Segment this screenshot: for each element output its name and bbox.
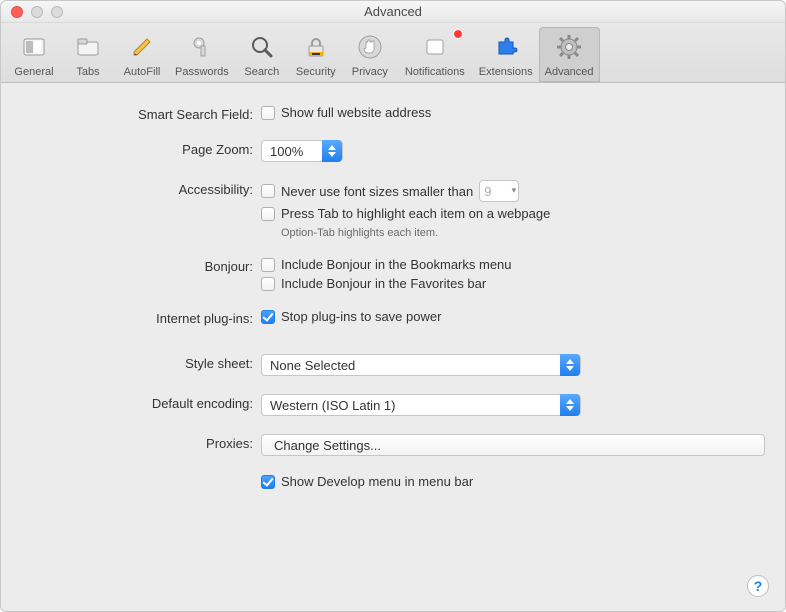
show-develop-row[interactable]: Show Develop menu in menu bar (261, 474, 765, 489)
toolbar-tabs[interactable]: Tabs (61, 27, 115, 82)
puzzle-icon (490, 31, 522, 63)
chevron-updown-icon (560, 394, 580, 416)
bonjour-favorites-label: Include Bonjour in the Favorites bar (281, 276, 486, 291)
preferences-window: Advanced General Tabs AutoFill Passwo (0, 0, 786, 612)
change-settings-button[interactable]: Change Settings... (261, 434, 765, 456)
search-icon (246, 31, 278, 63)
help-label: ? (754, 578, 763, 594)
label-proxies: Proxies: (21, 434, 261, 451)
toolbar-label: Tabs (76, 66, 99, 78)
toolbar-label: Privacy (352, 66, 388, 78)
style-sheet-select[interactable]: None Selected (261, 354, 581, 376)
label-internet-plugins: Internet plug-ins: (21, 309, 261, 326)
toolbar-passwords[interactable]: Passwords (169, 27, 235, 82)
chevron-updown-icon (322, 140, 342, 162)
press-tab-label: Press Tab to highlight each item on a we… (281, 206, 550, 221)
page-zoom-value: 100% (270, 144, 303, 159)
toolbar-privacy[interactable]: Privacy (343, 27, 397, 82)
prefs-toolbar: General Tabs AutoFill Passwords Search (1, 23, 785, 83)
bonjour-favorites-row[interactable]: Include Bonjour in the Favorites bar (261, 276, 765, 291)
content-pane: Smart Search Field: Show full website ad… (1, 83, 785, 611)
titlebar: Advanced (1, 1, 785, 23)
toolbar-extensions[interactable]: Extensions (473, 27, 539, 82)
toolbar-label: Passwords (175, 66, 229, 78)
pencil-icon (126, 31, 158, 63)
default-encoding-value: Western (ISO Latin 1) (270, 398, 395, 413)
press-tab-row[interactable]: Press Tab to highlight each item on a we… (261, 206, 765, 221)
never-font-smaller-checkbox[interactable] (261, 184, 275, 198)
toolbar-label: Notifications (405, 66, 465, 78)
bonjour-bookmarks-row[interactable]: Include Bonjour in the Bookmarks menu (261, 257, 765, 272)
window-title: Advanced (1, 4, 785, 19)
chevron-updown-icon (560, 354, 580, 376)
toolbar-label: Advanced (545, 66, 594, 78)
notification-badge (453, 29, 463, 39)
style-sheet-value: None Selected (270, 358, 355, 373)
default-encoding-select[interactable]: Western (ISO Latin 1) (261, 394, 581, 416)
min-font-size-value: 9 (484, 184, 491, 199)
tabs-icon (72, 31, 104, 63)
press-tab-checkbox[interactable] (261, 207, 275, 221)
page-zoom-select[interactable]: 100% (261, 140, 343, 162)
help-button[interactable]: ? (747, 575, 769, 597)
gear-icon (553, 31, 585, 63)
hand-icon (354, 31, 386, 63)
stop-plugins-label: Stop plug-ins to save power (281, 309, 441, 324)
label-page-zoom: Page Zoom: (21, 140, 261, 157)
show-develop-label: Show Develop menu in menu bar (281, 474, 473, 489)
label-accessibility: Accessibility: (21, 180, 261, 197)
bonjour-bookmarks-label: Include Bonjour in the Bookmarks menu (281, 257, 512, 272)
key-icon (186, 31, 218, 63)
show-full-address-label: Show full website address (281, 105, 431, 120)
toolbar-autofill[interactable]: AutoFill (115, 27, 169, 82)
toolbar-search[interactable]: Search (235, 27, 289, 82)
show-develop-checkbox[interactable] (261, 475, 275, 489)
toolbar-security[interactable]: Security (289, 27, 343, 82)
stop-plugins-row[interactable]: Stop plug-ins to save power (261, 309, 765, 324)
label-default-encoding: Default encoding: (21, 394, 261, 411)
label-smart-search: Smart Search Field: (21, 105, 261, 122)
toolbar-label: Extensions (479, 66, 533, 78)
change-settings-label: Change Settings... (274, 438, 381, 453)
switch-icon (18, 31, 50, 63)
show-full-address-checkbox[interactable] (261, 106, 275, 120)
bonjour-bookmarks-checkbox[interactable] (261, 258, 275, 272)
never-font-smaller-label: Never use font sizes smaller than (281, 184, 473, 199)
toolbar-label: Security (296, 66, 336, 78)
toolbar-label: Search (244, 66, 279, 78)
toolbar-notifications[interactable]: Notifications (397, 27, 473, 82)
bonjour-favorites-checkbox[interactable] (261, 277, 275, 291)
lock-icon (300, 31, 332, 63)
toolbar-label: General (14, 66, 53, 78)
toolbar-general[interactable]: General (7, 27, 61, 82)
stop-plugins-checkbox[interactable] (261, 310, 275, 324)
show-full-address-row[interactable]: Show full website address (261, 105, 765, 120)
toolbar-advanced[interactable]: Advanced (539, 27, 600, 82)
min-font-size-select[interactable]: 9 ▾ (479, 180, 519, 202)
toolbar-label: AutoFill (124, 66, 161, 78)
label-style-sheet: Style sheet: (21, 354, 261, 371)
chevron-down-icon: ▾ (512, 185, 517, 196)
option-tab-note: Option-Tab highlights each item. (261, 227, 765, 239)
label-bonjour: Bonjour: (21, 257, 261, 274)
notification-icon (419, 31, 451, 63)
